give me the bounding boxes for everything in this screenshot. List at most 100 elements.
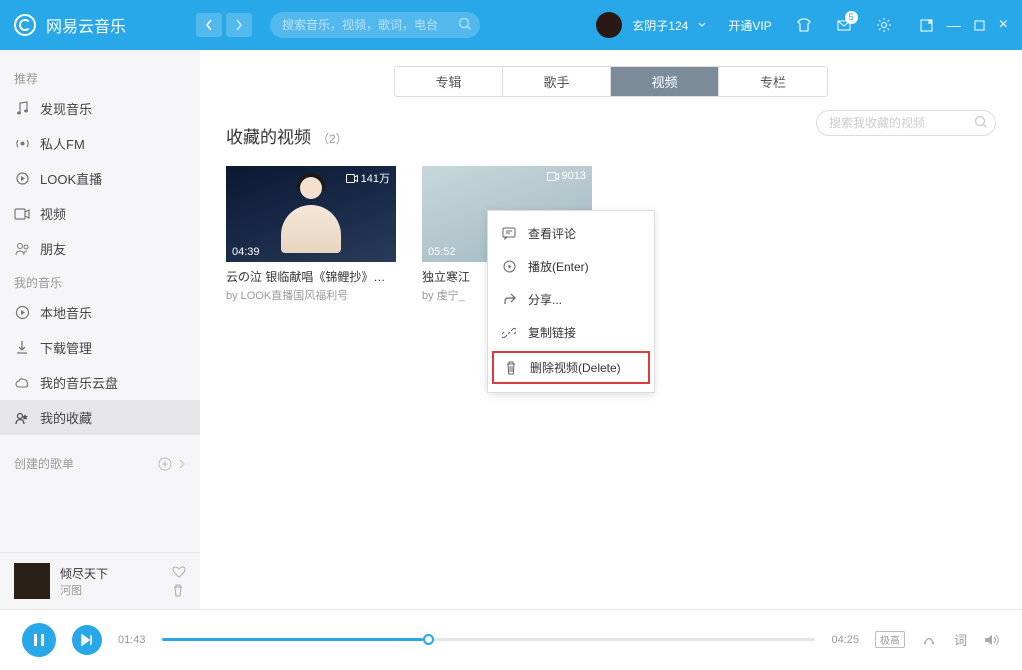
- avatar[interactable]: [596, 12, 622, 38]
- sidebar-item-local[interactable]: 本地音乐: [0, 295, 200, 330]
- ctx-label: 分享...: [528, 291, 562, 308]
- video-views: 141万: [346, 170, 390, 186]
- video-author: by LOOK直播国风福利号: [226, 287, 396, 303]
- playlist-section-title: 创建的歌单: [14, 455, 74, 472]
- play-icon: [502, 260, 516, 274]
- search-icon[interactable]: [974, 115, 988, 129]
- tab-1[interactable]: 歌手: [503, 67, 611, 96]
- video-views: 9013: [547, 170, 586, 182]
- progress-bar[interactable]: [162, 638, 816, 641]
- next-button[interactable]: [72, 625, 102, 655]
- inbox-icon[interactable]: 5: [836, 17, 852, 33]
- maximize-button[interactable]: [974, 20, 985, 31]
- sidebar-item-radio[interactable]: 私人FM: [0, 126, 200, 161]
- video-title: 云の泣 银临献唱《锦鲤抄》…: [226, 268, 396, 285]
- titlebar: 网易云音乐 玄阴子124 开通VIP 5 — ×: [0, 0, 1022, 50]
- ctx-label: 删除视频(Delete): [530, 359, 621, 376]
- sidebar-item-label: 我的音乐云盘: [40, 373, 118, 392]
- play-pause-button[interactable]: [22, 623, 56, 657]
- sidebar: 推荐发现音乐私人FM LOOK直播视频朋友我的音乐本地音乐下载管理我的音乐云盘我的…: [0, 50, 200, 609]
- now-playing-art: [14, 563, 50, 599]
- trash-icon: [504, 361, 518, 375]
- sidebar-item-label: 朋友: [40, 239, 66, 258]
- share-icon: [502, 293, 516, 307]
- context-menu: 查看评论播放(Enter) 分享... 复制链接删除视频(Delete): [487, 210, 655, 393]
- add-playlist-icon[interactable]: [158, 457, 172, 471]
- skin-icon[interactable]: [796, 17, 812, 33]
- sidebar-section-title: 推荐: [0, 62, 200, 91]
- vip-link[interactable]: 开通VIP: [728, 17, 771, 34]
- sidebar-item-video[interactable]: 视频: [0, 196, 200, 231]
- sidebar-item-friends[interactable]: 朋友: [0, 231, 200, 266]
- close-button[interactable]: ×: [999, 16, 1008, 34]
- page-count: （2）: [317, 130, 348, 147]
- sidebar-item-label: LOOK直播: [40, 169, 102, 188]
- search-icon[interactable]: [458, 17, 472, 31]
- note-icon: [14, 101, 30, 117]
- tab-3[interactable]: 专栏: [719, 67, 827, 96]
- minimize-button[interactable]: —: [947, 17, 960, 33]
- sidebar-item-live[interactable]: LOOK直播: [0, 161, 200, 196]
- effects-icon[interactable]: [921, 633, 937, 647]
- quality-button[interactable]: 极高: [875, 631, 905, 648]
- now-playing-artist: 河图: [60, 582, 162, 598]
- app-logo-icon: [14, 14, 36, 36]
- trash-icon[interactable]: [172, 584, 186, 597]
- tab-0[interactable]: 专辑: [395, 67, 503, 96]
- ctx-label: 查看评论: [528, 225, 576, 242]
- app-name: 网易云音乐: [46, 13, 126, 37]
- search-input[interactable]: [270, 12, 480, 38]
- chevron-down-icon[interactable]: [698, 22, 706, 28]
- sidebar-item-label: 视频: [40, 204, 66, 223]
- lyrics-icon[interactable]: 词: [953, 629, 968, 650]
- nav-forward-button[interactable]: [226, 13, 252, 37]
- nav-back-button[interactable]: [196, 13, 222, 37]
- like-icon[interactable]: [172, 566, 186, 578]
- link-icon: [502, 326, 516, 340]
- video-duration: 04:39: [232, 246, 260, 258]
- ctx-label: 播放(Enter): [528, 258, 589, 275]
- sidebar-item-label: 我的收藏: [40, 408, 92, 427]
- sidebar-item-label: 下载管理: [40, 338, 92, 357]
- ctx-trash[interactable]: 删除视频(Delete): [492, 351, 650, 384]
- comment-icon: [502, 227, 516, 241]
- username[interactable]: 玄阴子124: [632, 17, 688, 34]
- time-current: 01:43: [118, 634, 146, 646]
- sidebar-item-label: 发现音乐: [40, 99, 92, 118]
- cloud-icon: [14, 375, 30, 391]
- ctx-share[interactable]: 分享...: [488, 283, 654, 316]
- ctx-comment[interactable]: 查看评论: [488, 217, 654, 250]
- page-title: 收藏的视频: [226, 123, 311, 148]
- video-thumbnail[interactable]: 141万 04:39: [226, 166, 396, 262]
- now-playing-title: 倾尽天下: [60, 565, 162, 582]
- chevron-right-icon[interactable]: [178, 459, 186, 469]
- ctx-link[interactable]: 复制链接: [488, 316, 654, 349]
- sidebar-item-label: 本地音乐: [40, 303, 92, 322]
- settings-icon[interactable]: [876, 17, 892, 33]
- time-total: 04:25: [831, 634, 859, 646]
- mini-mode-button[interactable]: [920, 19, 933, 32]
- live-icon: [14, 171, 30, 187]
- tab-2[interactable]: 视频: [611, 67, 719, 96]
- fav-icon: [14, 410, 30, 426]
- now-playing[interactable]: 倾尽天下 河图: [0, 552, 200, 609]
- video-duration: 05:52: [428, 246, 456, 258]
- radio-icon: [14, 136, 30, 152]
- sidebar-item-label: 私人FM: [40, 134, 85, 153]
- sidebar-item-fav[interactable]: 我的收藏: [0, 400, 200, 435]
- local-icon: [14, 305, 30, 321]
- video-card[interactable]: 141万 04:39 云の泣 银临献唱《锦鲤抄》… by LOOK直播国风福利号: [226, 166, 396, 303]
- player-bar: 01:43 04:25 极高 词: [0, 609, 1022, 669]
- friends-icon: [14, 241, 30, 257]
- download-icon: [14, 340, 30, 356]
- sidebar-section-title: 我的音乐: [0, 266, 200, 295]
- volume-icon[interactable]: [984, 633, 1000, 647]
- sidebar-item-cloud[interactable]: 我的音乐云盘: [0, 365, 200, 400]
- filter-input[interactable]: [816, 110, 996, 136]
- inbox-badge: 5: [845, 11, 858, 24]
- ctx-play[interactable]: 播放(Enter): [488, 250, 654, 283]
- video-icon: [14, 206, 30, 222]
- sidebar-item-note[interactable]: 发现音乐: [0, 91, 200, 126]
- ctx-label: 复制链接: [528, 324, 576, 341]
- sidebar-item-download[interactable]: 下载管理: [0, 330, 200, 365]
